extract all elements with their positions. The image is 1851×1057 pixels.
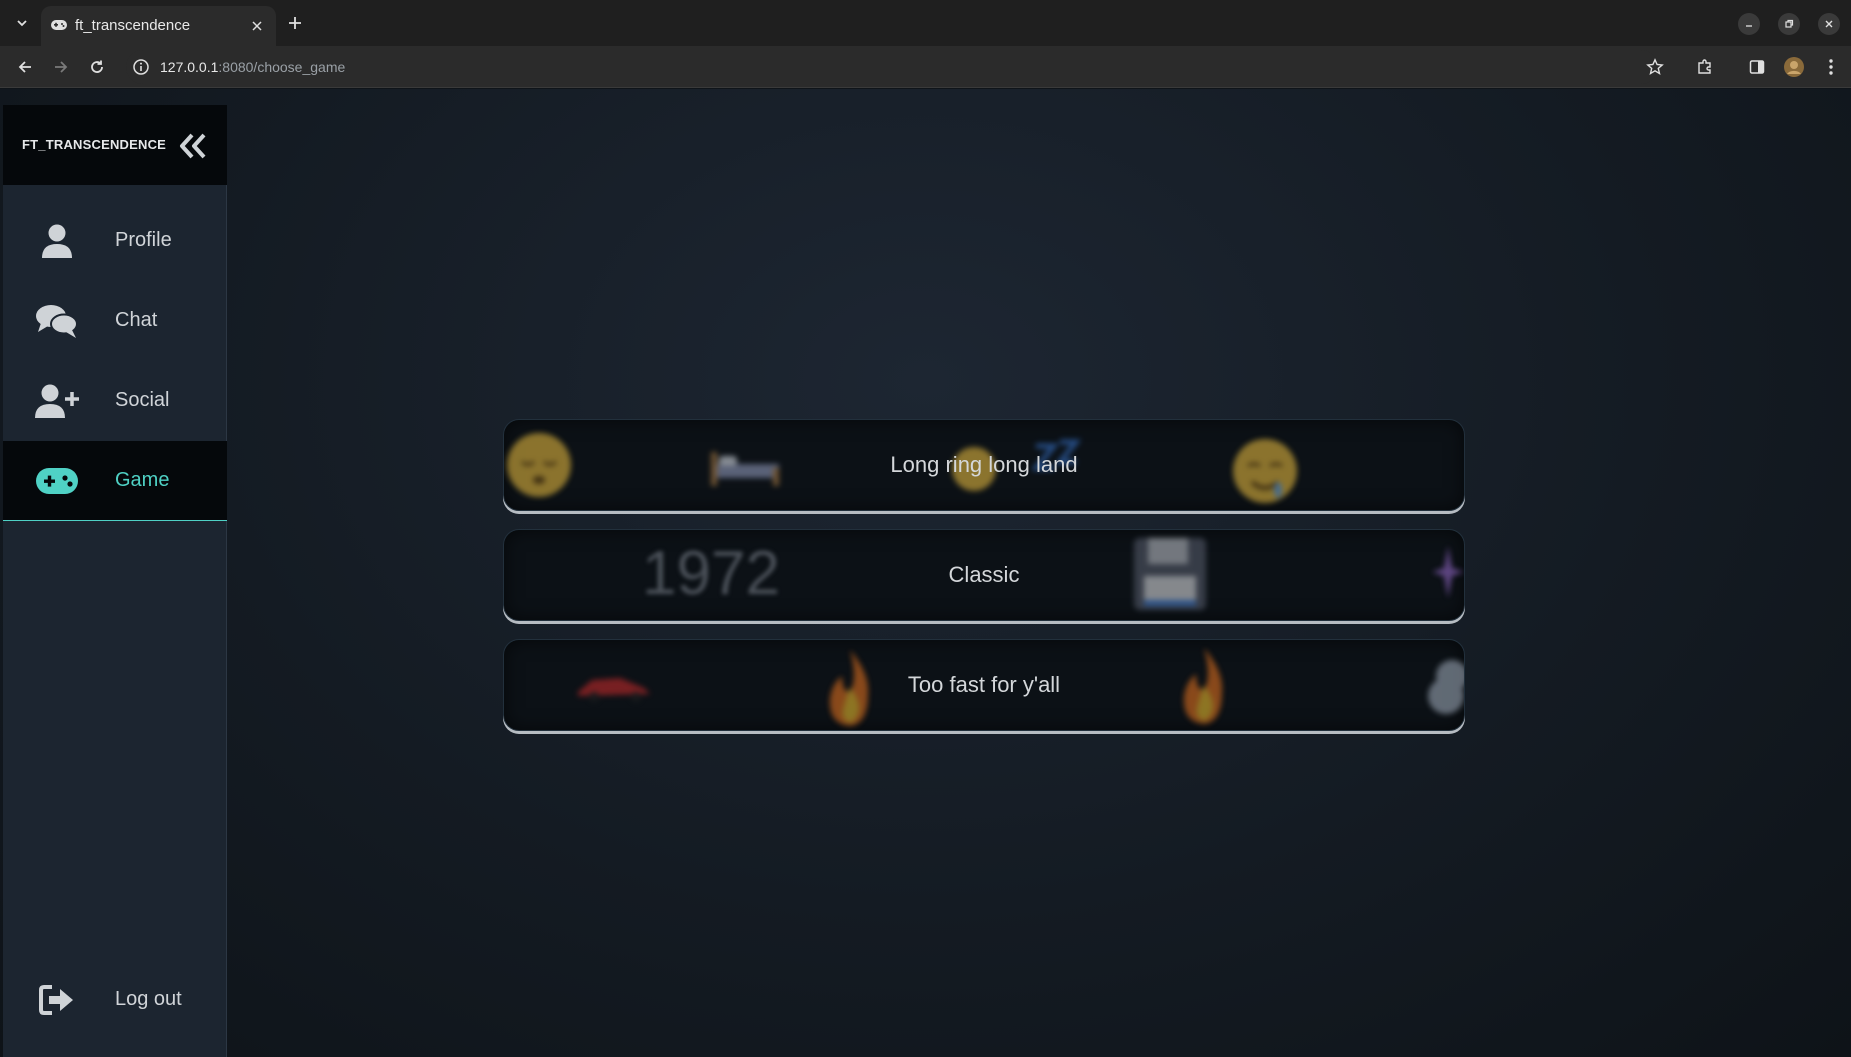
close-icon <box>1825 20 1833 28</box>
tab-search-button[interactable] <box>10 11 34 35</box>
logout-label: Log out <box>115 988 182 1010</box>
bookmark-star-icon[interactable] <box>1644 56 1666 78</box>
sidebar-item-chat[interactable]: Chat <box>3 281 227 361</box>
side-panel-icon[interactable] <box>1746 56 1768 78</box>
window-restore-button[interactable] <box>1778 13 1800 35</box>
sidebar-item-label: Chat <box>115 309 158 331</box>
gamepad-icon <box>35 459 79 503</box>
forward-button[interactable] <box>49 55 73 79</box>
sidebar-item-label: Game <box>115 469 170 491</box>
browser-menu-icon[interactable] <box>1820 56 1842 78</box>
add-user-icon <box>35 379 79 423</box>
url-text: 127.0.0.1:8080/choose_game <box>160 59 346 75</box>
plus-icon <box>289 17 301 29</box>
brand-bar: FT_TRANSCENDENCE <box>3 105 227 185</box>
sidebar-item-game[interactable]: Game <box>3 441 227 521</box>
logout-icon <box>35 978 79 1022</box>
app-viewport: FT_TRANSCENDENCE Profile Chat Social Gam… <box>0 89 1851 1057</box>
sidebar-item-profile[interactable]: Profile <box>3 201 227 281</box>
sidebar: FT_TRANSCENDENCE Profile Chat Social Gam… <box>3 105 227 1057</box>
game-mode-classic-button[interactable]: 1972 Classic <box>503 529 1465 621</box>
game-mode-label: Too fast for y'all <box>907 672 1061 697</box>
restore-icon <box>1785 19 1794 28</box>
logout-button[interactable]: Log out <box>3 960 227 1040</box>
tab-title: ft_transcendence <box>75 17 191 34</box>
sidebar-item-social[interactable]: Social <box>3 361 227 441</box>
browser-tab-active[interactable]: ft_transcendence <box>41 6 276 46</box>
arrow-left-icon <box>18 61 31 73</box>
gamepad-favicon-icon <box>51 19 67 31</box>
game-mode-label: Long ring long land <box>890 452 1078 477</box>
extensions-puzzle-icon[interactable] <box>1694 56 1716 78</box>
double-chevron-left-icon <box>180 133 206 159</box>
back-button[interactable] <box>13 55 37 79</box>
arrow-right-icon <box>55 61 68 73</box>
reload-button[interactable] <box>85 55 109 79</box>
reload-icon <box>91 60 103 73</box>
browser-toolbar: 127.0.0.1:8080/choose_game <box>0 46 1851 88</box>
brand-title: FT_TRANSCENDENCE <box>22 137 167 152</box>
game-mode-label: Classic <box>948 562 1020 587</box>
game-mode-fast-button[interactable]: Too fast for y'all <box>503 639 1465 731</box>
minimize-icon <box>1746 25 1752 27</box>
new-tab-button[interactable] <box>284 12 306 34</box>
tab-close-icon[interactable] <box>248 17 266 35</box>
browser-tabstrip: ft_transcendence <box>0 0 1851 46</box>
chat-bubbles-icon <box>35 299 79 343</box>
sidebar-item-label: Profile <box>115 229 172 251</box>
site-info-icon[interactable] <box>132 58 150 76</box>
profile-avatar-icon[interactable] <box>1783 56 1805 78</box>
address-bar[interactable]: 127.0.0.1:8080/choose_game <box>126 50 1658 84</box>
collapse-sidebar-button[interactable] <box>176 129 210 163</box>
chevron-down-icon <box>17 20 27 27</box>
user-icon <box>35 219 79 263</box>
game-mode-long-ring-button[interactable]: Long ring long land <box>503 419 1465 511</box>
window-close-button[interactable] <box>1818 13 1840 35</box>
window-minimize-button[interactable] <box>1738 13 1760 35</box>
sidebar-item-label: Social <box>115 389 170 411</box>
